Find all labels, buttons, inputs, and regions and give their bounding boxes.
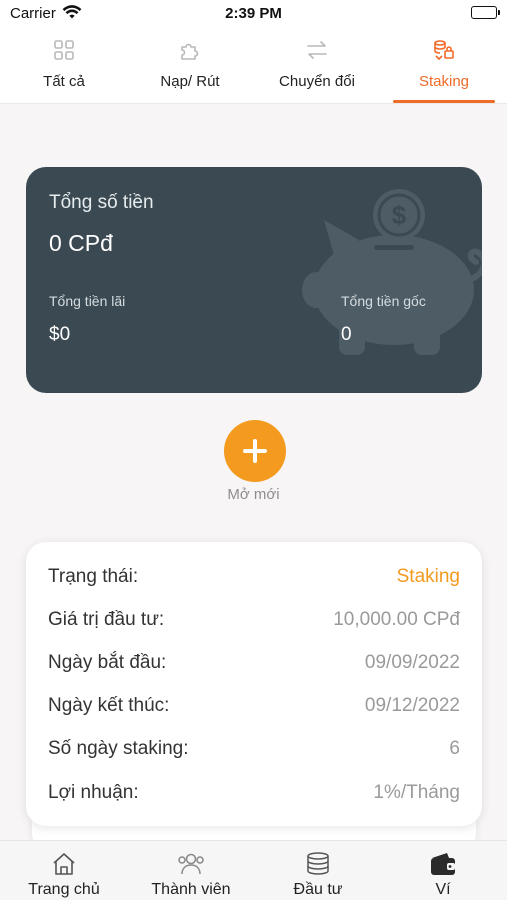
battery-icon [471, 6, 500, 19]
status-value: Staking [396, 566, 460, 587]
end-date-value: 09/12/2022 [364, 695, 460, 716]
tab-deposit-withdraw[interactable]: Nạp/ Rút [139, 30, 241, 104]
puzzle-icon [178, 38, 202, 62]
total-principal-label: Tổng tiền gốc [341, 293, 426, 309]
svg-text:$: $ [392, 200, 407, 230]
open-new-label: Mở mới [227, 486, 280, 503]
staking-icon [432, 38, 456, 62]
nav-invest[interactable]: Đầu tư [268, 841, 368, 900]
nav-invest-label: Đầu tư [293, 881, 343, 898]
total-amount-label: Tổng số tiền [49, 192, 154, 213]
nav-members-label: Thành viên [151, 881, 231, 898]
nav-home[interactable]: Trang chủ [14, 841, 114, 900]
profit-value: 1%/Tháng [373, 782, 460, 803]
investment-value-label: Giá trị đầu tư: [48, 609, 165, 630]
active-tab-indicator [393, 100, 495, 103]
total-balance-card: $ Tổng số tiền 0 CPđ Tổng tiền lãi $0 Tổ… [26, 167, 482, 393]
start-date-row: Ngày bắt đầu: 09/09/2022 [48, 648, 460, 678]
grid-icon [52, 38, 76, 62]
staking-days-label: Số ngày staking: [48, 738, 189, 759]
bottom-navigation: Trang chủ Thành viên Đầu tư Ví [0, 840, 507, 900]
status-row: Trạng thái: Staking [48, 562, 460, 592]
total-interest-value: $0 [49, 324, 71, 345]
status-bar: Carrier 2:39 PM [0, 0, 507, 30]
total-amount-value: 0 CPđ [49, 230, 113, 256]
staking-detail-card[interactable]: Trạng thái: Staking Giá trị đầu tư: 10,0… [26, 542, 482, 826]
nav-wallet[interactable]: Ví [393, 841, 493, 900]
nav-home-label: Trang chủ [28, 881, 100, 898]
tab-all-label: Tất cả [43, 73, 85, 90]
start-date-value: 09/09/2022 [364, 652, 460, 673]
top-tab-bar: Tất cả Nạp/ Rút Chuyển đổi Staking [0, 30, 507, 104]
tab-convert[interactable]: Chuyển đổi [265, 30, 369, 104]
tab-deposit-withdraw-label: Nạp/ Rút [160, 73, 220, 90]
end-date-row: Ngày kết thúc: 09/12/2022 [48, 691, 460, 721]
open-new-staking-button[interactable] [224, 420, 286, 482]
wallet-icon [429, 851, 457, 882]
piggy-bank-icon: $ [294, 185, 482, 365]
coins-stack-icon [305, 851, 331, 884]
clock: 2:39 PM [225, 5, 282, 22]
investment-value: 10,000.00 CPđ [333, 609, 460, 630]
nav-members[interactable]: Thành viên [138, 841, 244, 900]
start-date-label: Ngày bắt đầu: [48, 652, 167, 673]
end-date-label: Ngày kết thúc: [48, 695, 170, 716]
members-icon [177, 851, 205, 882]
total-interest-label: Tổng tiền lãi [49, 293, 126, 309]
home-icon [51, 851, 77, 882]
status-label: Trạng thái: [48, 566, 139, 587]
profit-row: Lợi nhuận: 1%/Tháng [48, 778, 460, 808]
tab-convert-label: Chuyển đổi [279, 73, 355, 90]
tab-staking[interactable]: Staking [393, 30, 495, 104]
nav-wallet-label: Ví [435, 881, 451, 898]
swap-arrows-icon [305, 38, 329, 62]
staking-days-row: Số ngày staking: 6 [48, 734, 460, 764]
total-principal-value: 0 [341, 324, 352, 345]
tab-staking-label: Staking [418, 73, 470, 90]
investment-value-row: Giá trị đầu tư: 10,000.00 CPđ [48, 605, 460, 635]
profit-label: Lợi nhuận: [48, 782, 139, 803]
staking-days-value: 6 [449, 738, 460, 759]
tab-all[interactable]: Tất cả [13, 30, 115, 104]
